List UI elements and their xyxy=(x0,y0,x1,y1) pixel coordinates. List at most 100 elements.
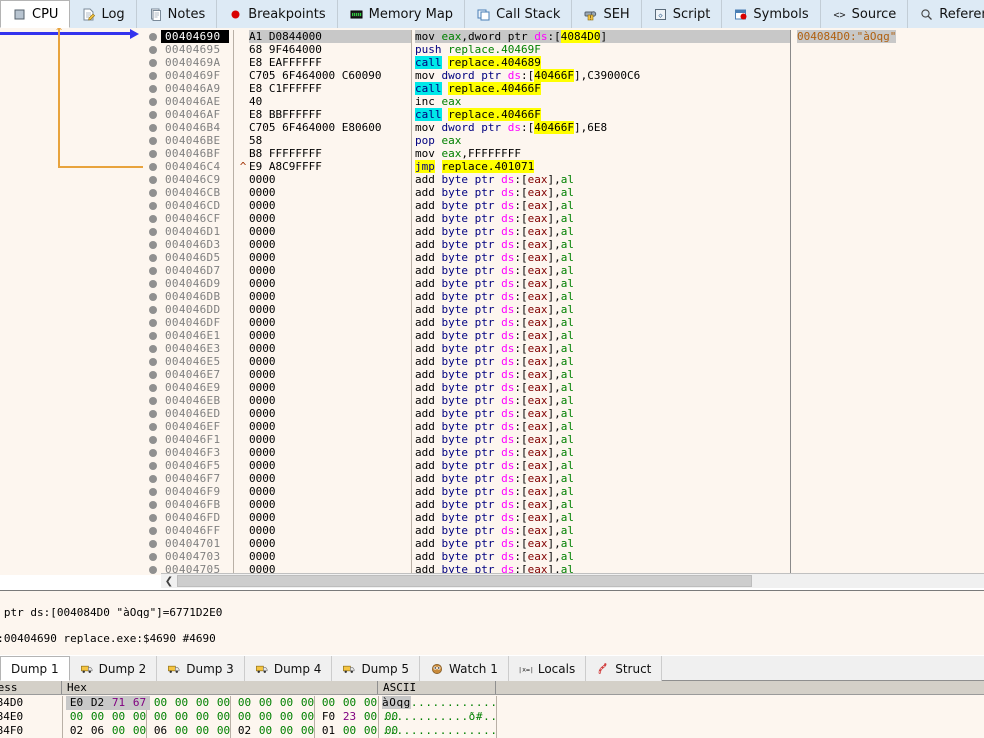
dump-tab-dump-4[interactable]: Dump 4 xyxy=(244,656,333,681)
disassembly-row[interactable]: 004046FB 0000 add byte ptr ds:[eax],al xyxy=(161,498,984,511)
hex-byte[interactable]: 00 xyxy=(339,724,360,738)
hex-byte[interactable]: 00 xyxy=(150,710,171,724)
disassembly-row[interactable]: 004046DF 0000 add byte ptr ds:[eax],al xyxy=(161,316,984,329)
breakpoint-toggle-dot[interactable] xyxy=(149,306,157,314)
breakpoint-toggle-dot[interactable] xyxy=(149,475,157,483)
tab-cpu[interactable]: CPU xyxy=(0,0,71,28)
hex-byte[interactable]: 00 xyxy=(339,696,360,710)
breakpoint-toggle-dot[interactable] xyxy=(149,267,157,275)
tab-references[interactable]: References xyxy=(908,0,984,28)
disassembly-row[interactable]: 004046CF 0000 add byte ptr ds:[eax],al xyxy=(161,212,984,225)
disassembly-row[interactable]: 004046E1 0000 add byte ptr ds:[eax],al xyxy=(161,329,984,342)
memory-dump-pane[interactable]: ress Hex ASCII 084D0E0D27167000000000000… xyxy=(0,681,984,738)
disassembly-row[interactable]: 004046DD 0000 add byte ptr ds:[eax],al xyxy=(161,303,984,316)
disassembly-row[interactable]: 00404701 0000 add byte ptr ds:[eax],al xyxy=(161,537,984,550)
breakpoint-toggle-dot[interactable] xyxy=(149,501,157,509)
breakpoint-toggle-dot[interactable] xyxy=(149,514,157,522)
disassembly-row[interactable]: 004046BF B8 FFFFFFFF mov eax,FFFFFFFF xyxy=(161,147,984,160)
breakpoint-toggle-dot[interactable] xyxy=(149,423,157,431)
hex-byte[interactable]: 00 xyxy=(297,724,318,738)
dump-ascii[interactable]: àOqg............ xyxy=(382,696,498,710)
breakpoint-toggle-dot[interactable] xyxy=(149,345,157,353)
disassembly-row[interactable]: 004046E5 0000 add byte ptr ds:[eax],al xyxy=(161,355,984,368)
hex-byte[interactable]: 00 xyxy=(171,710,192,724)
breakpoint-column[interactable] xyxy=(145,28,161,575)
hex-byte[interactable]: 00 xyxy=(297,696,318,710)
hex-byte[interactable]: 71 xyxy=(108,696,129,710)
breakpoint-toggle-dot[interactable] xyxy=(149,111,157,119)
breakpoint-toggle-dot[interactable] xyxy=(149,449,157,457)
disassembly-row[interactable]: 004046DB 0000 add byte ptr ds:[eax],al xyxy=(161,290,984,303)
disassembly-pane[interactable]: ^ 00404690 A1 D0844000 mov eax,dword ptr d… xyxy=(0,28,984,575)
breakpoint-toggle-dot[interactable] xyxy=(149,488,157,496)
disassembly-row[interactable]: 004046D9 0000 add byte ptr ds:[eax],al xyxy=(161,277,984,290)
disassembly-row[interactable]: 004046FF 0000 add byte ptr ds:[eax],al xyxy=(161,524,984,537)
hex-byte[interactable]: 00 xyxy=(213,710,234,724)
dump-tab-dump-1[interactable]: Dump 1 xyxy=(0,656,70,681)
dump-row[interactable]: 084D0 E0D27167000000000000000000000000àOq… xyxy=(0,696,984,710)
breakpoint-toggle-dot[interactable] xyxy=(149,358,157,366)
hex-byte[interactable]: 02 xyxy=(234,724,255,738)
breakpoint-toggle-dot[interactable] xyxy=(149,202,157,210)
disassembly-row[interactable]: 004046AE 40 inc eax xyxy=(161,95,984,108)
tab-source[interactable]: <> Source xyxy=(820,0,909,28)
dump-tab-locals[interactable]: |x=| Locals xyxy=(508,656,587,681)
disassembly-row[interactable]: 004046A9 E8 C1FFFFFF call replace.40466F xyxy=(161,82,984,95)
tab-memory-map[interactable]: Memory Map xyxy=(337,0,466,28)
disassembly-row[interactable]: 004046F5 0000 add byte ptr ds:[eax],al xyxy=(161,459,984,472)
dump-tab-dump-5[interactable]: Dump 5 xyxy=(332,656,421,681)
disassembly-row[interactable]: 004046CB 0000 add byte ptr ds:[eax],al xyxy=(161,186,984,199)
breakpoint-toggle-dot[interactable] xyxy=(149,72,157,80)
hex-byte[interactable]: E0 xyxy=(66,696,87,710)
disassembly-row[interactable]: 00404695 68 9F464000 push replace.40469F xyxy=(161,43,984,56)
breakpoint-toggle-dot[interactable] xyxy=(149,33,157,41)
disassembly-row[interactable]: 004046F7 0000 add byte ptr ds:[eax],al xyxy=(161,472,984,485)
breakpoint-toggle-dot[interactable] xyxy=(149,384,157,392)
tab-script[interactable]: ◇ Script xyxy=(641,0,723,28)
hex-byte[interactable]: 00 xyxy=(255,724,276,738)
hex-byte[interactable]: 00 xyxy=(192,710,213,724)
disassembly-hscrollbar[interactable]: ❮ xyxy=(161,573,984,588)
disassembly-row[interactable]: 004046C4 ^ E9 A8C9FFFF jmp replace.401071 xyxy=(161,160,984,173)
hex-byte[interactable]: 00 xyxy=(213,724,234,738)
disassembly-row[interactable]: 00404703 0000 add byte ptr ds:[eax],al xyxy=(161,550,984,563)
hex-byte[interactable]: 00 xyxy=(255,696,276,710)
dump-tab-struct[interactable]: Struct xyxy=(586,656,663,681)
hex-byte[interactable]: 00 xyxy=(171,696,192,710)
hex-byte[interactable]: F0 xyxy=(318,710,339,724)
hex-byte[interactable]: 00 xyxy=(276,724,297,738)
hex-byte[interactable]: 00 xyxy=(129,710,150,724)
dump-row[interactable]: 084F0 02060000060000000200000001000000...… xyxy=(0,724,984,738)
hex-byte[interactable]: 00 xyxy=(171,724,192,738)
breakpoint-toggle-dot[interactable] xyxy=(149,189,157,197)
disassembly-row[interactable]: 004046EF 0000 add byte ptr ds:[eax],al xyxy=(161,420,984,433)
tab-seh[interactable]: ! SEH xyxy=(572,0,642,28)
disassembly-row[interactable]: 004046EB 0000 add byte ptr ds:[eax],al xyxy=(161,394,984,407)
disassembly-row[interactable]: 004046FD 0000 add byte ptr ds:[eax],al xyxy=(161,511,984,524)
breakpoint-toggle-dot[interactable] xyxy=(149,85,157,93)
dump-tab-watch-1[interactable]: Watch 1 xyxy=(420,656,509,681)
disassembly-row[interactable]: 004046E7 0000 add byte ptr ds:[eax],al xyxy=(161,368,984,381)
breakpoint-toggle-dot[interactable] xyxy=(149,228,157,236)
tab-symbols[interactable]: Symbols xyxy=(722,0,821,28)
hex-byte[interactable]: 00 xyxy=(255,710,276,724)
dump-col-address[interactable]: ress xyxy=(0,681,62,694)
breakpoint-toggle-dot[interactable] xyxy=(149,98,157,106)
breakpoint-toggle-dot[interactable] xyxy=(149,397,157,405)
dump-ascii[interactable]: ................ xyxy=(382,724,498,738)
hex-byte[interactable]: 00 xyxy=(234,710,255,724)
disassembly-row[interactable]: 004046F3 0000 add byte ptr ds:[eax],al xyxy=(161,446,984,459)
hex-byte[interactable]: D2 xyxy=(87,696,108,710)
disassembly-row[interactable]: 004046ED 0000 add byte ptr ds:[eax],al xyxy=(161,407,984,420)
hex-byte[interactable]: 01 xyxy=(318,724,339,738)
breakpoint-toggle-dot[interactable] xyxy=(149,137,157,145)
disassembly-row[interactable]: 004046BE 58 pop eax xyxy=(161,134,984,147)
hex-byte[interactable]: 00 xyxy=(108,710,129,724)
hex-byte[interactable]: 00 xyxy=(192,696,213,710)
hex-byte[interactable]: 00 xyxy=(360,710,381,724)
hex-byte[interactable]: 00 xyxy=(66,710,87,724)
dump-col-ascii[interactable]: ASCII xyxy=(378,681,496,694)
hex-byte[interactable]: 00 xyxy=(150,696,171,710)
disassembly-row[interactable]: 004046AF E8 BBFFFFFF call replace.40466F xyxy=(161,108,984,121)
tab-call-stack[interactable]: Call Stack xyxy=(465,0,573,28)
